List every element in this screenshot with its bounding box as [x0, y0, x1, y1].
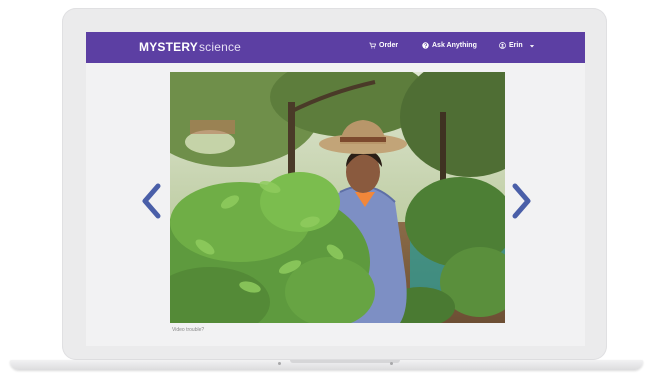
video-trouble-link[interactable]: Video trouble?	[172, 327, 204, 333]
previous-button[interactable]	[138, 182, 164, 220]
nav-ask-anything-link[interactable]: Ask Anything	[422, 42, 477, 49]
nav-user-label: Erin	[509, 42, 523, 49]
nav-user-menu[interactable]: Erin	[499, 42, 535, 49]
caret-down-icon	[529, 43, 535, 49]
app-screen: MYSTERYscience Order Ask Anything Erin V…	[86, 32, 585, 346]
chevron-left-icon	[142, 183, 161, 219]
top-navbar: MYSTERYscience Order Ask Anything Erin	[86, 32, 585, 63]
woman-tending-plants-image	[170, 72, 505, 323]
cart-icon	[369, 42, 376, 49]
nav-order-label: Order	[379, 42, 399, 49]
question-circle-icon	[422, 42, 429, 49]
user-circle-icon	[499, 42, 506, 49]
brand-logo-bold: MYSTERY	[139, 40, 198, 54]
lesson-photo[interactable]	[170, 72, 505, 323]
brand-logo[interactable]: MYSTERYscience	[139, 40, 241, 54]
next-button[interactable]	[509, 182, 535, 220]
laptop-notch	[290, 360, 400, 363]
chevron-right-icon	[512, 183, 531, 219]
laptop-foot-left	[278, 362, 281, 365]
nav-ask-anything-label: Ask Anything	[432, 42, 477, 49]
laptop-base	[10, 360, 643, 370]
nav-order-link[interactable]: Order	[369, 42, 398, 49]
brand-logo-light: science	[198, 40, 242, 54]
laptop-foot-right	[390, 362, 393, 365]
